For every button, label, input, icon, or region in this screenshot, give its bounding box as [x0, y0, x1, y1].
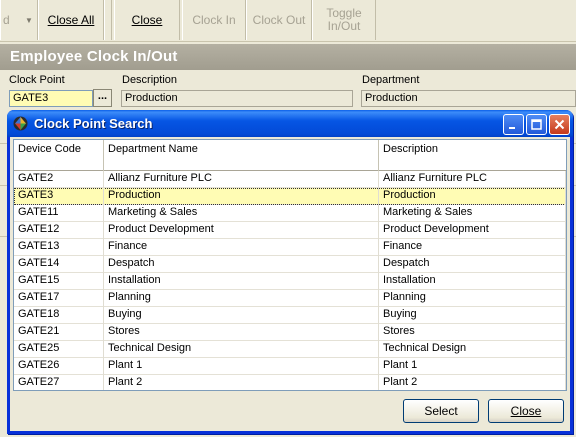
cell-department-name: Plant 2 — [104, 375, 379, 390]
clock-out-button[interactable]: Clock Out — [246, 0, 312, 40]
cell-device-code: GATE15 — [14, 273, 104, 290]
minimize-button[interactable] — [503, 114, 524, 135]
cell-device-code: GATE27 — [14, 375, 104, 390]
cell-device-code: GATE11 — [14, 205, 104, 222]
cell-department-name: Marketing & Sales — [104, 205, 379, 222]
table-row[interactable]: GATE2 Allianz Furniture PLC Allianz Furnit… — [14, 171, 566, 188]
dropdown-arrow-icon[interactable]: ▼ — [25, 14, 33, 27]
clock-point-lookup-button[interactable]: ... — [93, 89, 112, 107]
clock-point-grid: Device Code Department Name Description … — [13, 139, 567, 391]
toolbar: d ▼ Close All Close Clock In Clock Out T… — [0, 0, 576, 42]
cell-department-name: Finance — [104, 239, 379, 256]
cell-description: Buying — [379, 307, 566, 324]
partial-toolbar-button: d ▼ — [0, 0, 38, 40]
cell-description: Marketing & Sales — [379, 205, 566, 222]
table-row[interactable]: GATE18 Buying Buying — [14, 307, 566, 324]
cell-device-code: GATE13 — [14, 239, 104, 256]
description-label: Description — [122, 74, 178, 86]
maximize-icon — [531, 119, 542, 130]
column-header-department-name[interactable]: Department Name — [104, 140, 379, 171]
cell-description: Despatch — [379, 256, 566, 273]
close-all-label: Close All — [47, 12, 95, 27]
dialog-titlebar[interactable]: Clock Point Search — [7, 110, 573, 137]
clock-out-label: Clock Out — [252, 12, 306, 27]
cell-department-name: Allianz Furniture PLC — [104, 171, 379, 188]
cell-department-name: Plant 1 — [104, 358, 379, 375]
close-icon — [554, 119, 565, 130]
cell-device-code: GATE12 — [14, 222, 104, 239]
dialog-close-button[interactable]: Close — [488, 399, 564, 423]
clock-point-search-dialog: Clock Point Search Device Code Departmen… — [7, 110, 573, 434]
table-row[interactable]: GATE25 Technical Design Technical Design — [14, 341, 566, 358]
cell-description: Plant 2 — [379, 375, 566, 390]
cell-device-code: GATE3 — [14, 188, 104, 205]
cell-description: Production — [379, 188, 566, 205]
toggle-label-line2: In/Out — [327, 19, 361, 33]
cell-department-name: Production — [104, 188, 379, 205]
description-field: Production — [121, 90, 353, 107]
form-title: Employee Clock In/Out — [0, 44, 576, 70]
table-row[interactable]: GATE13 Finance Finance — [14, 239, 566, 256]
clock-point-label: Clock Point — [9, 74, 65, 86]
table-row[interactable]: GATE14 Despatch Despatch — [14, 256, 566, 273]
cell-device-code: GATE18 — [14, 307, 104, 324]
table-row[interactable]: GATE11 Marketing & Sales Marketing & Sales — [14, 205, 566, 222]
cell-description: Installation — [379, 273, 566, 290]
cell-description: Plant 1 — [379, 358, 566, 375]
cell-department-name: Technical Design — [104, 341, 379, 358]
app-icon — [13, 116, 28, 131]
column-header-device-code[interactable]: Device Code — [14, 140, 104, 171]
maximize-button[interactable] — [526, 114, 547, 135]
dialog-title: Clock Point Search — [34, 116, 153, 131]
table-row[interactable]: GATE15 Installation Installation — [14, 273, 566, 290]
department-label: Department — [362, 74, 420, 86]
cell-device-code: GATE21 — [14, 324, 104, 341]
close-all-button[interactable]: Close All — [38, 0, 104, 40]
cell-device-code: GATE26 — [14, 358, 104, 375]
cell-device-code: GATE2 — [14, 171, 104, 188]
cell-department-name: Product Development — [104, 222, 379, 239]
clock-in-button[interactable]: Clock In — [182, 0, 246, 40]
table-row[interactable]: GATE3 Production Production — [14, 188, 566, 205]
window-close-button[interactable] — [549, 114, 570, 135]
table-row[interactable]: GATE12 Product Development Product Develop… — [14, 222, 566, 239]
clock-in-label: Clock In — [192, 12, 236, 27]
cell-device-code: GATE17 — [14, 290, 104, 307]
toolbar-separator — [104, 0, 112, 40]
cell-device-code: GATE14 — [14, 256, 104, 273]
table-row[interactable]: GATE26 Plant 1 Plant 1 — [14, 358, 566, 375]
partial-button-label: d — [3, 12, 10, 27]
cell-description: Product Development — [379, 222, 566, 239]
cell-department-name: Installation — [104, 273, 379, 290]
toggle-in-out-button[interactable]: Toggle In/Out — [312, 0, 376, 40]
cell-description: Planning — [379, 290, 566, 307]
clock-point-input[interactable]: GATE3 — [9, 90, 93, 107]
cell-description: Stores — [379, 324, 566, 341]
table-row[interactable]: GATE21 Stores Stores — [14, 324, 566, 341]
table-row[interactable]: GATE27 Plant 2 Plant 2 — [14, 375, 566, 390]
column-header-description[interactable]: Description — [379, 140, 566, 171]
cell-department-name: Despatch — [104, 256, 379, 273]
close-label: Close — [131, 12, 163, 27]
table-row[interactable]: GATE17 Planning Planning — [14, 290, 566, 307]
cell-device-code: GATE25 — [14, 341, 104, 358]
cell-department-name: Buying — [104, 307, 379, 324]
department-field: Production — [361, 90, 576, 107]
dialog-close-label: Close — [510, 404, 542, 418]
close-button[interactable]: Close — [114, 0, 180, 40]
select-button-label: Select — [424, 404, 458, 418]
cell-description: Allianz Furniture PLC — [379, 171, 566, 188]
cell-department-name: Stores — [104, 324, 379, 341]
grid-header: Device Code Department Name Description — [14, 140, 566, 171]
cell-description: Technical Design — [379, 341, 566, 358]
select-button[interactable]: Select — [403, 399, 479, 423]
minimize-icon — [509, 127, 515, 129]
cell-description: Finance — [379, 239, 566, 256]
cell-department-name: Planning — [104, 290, 379, 307]
